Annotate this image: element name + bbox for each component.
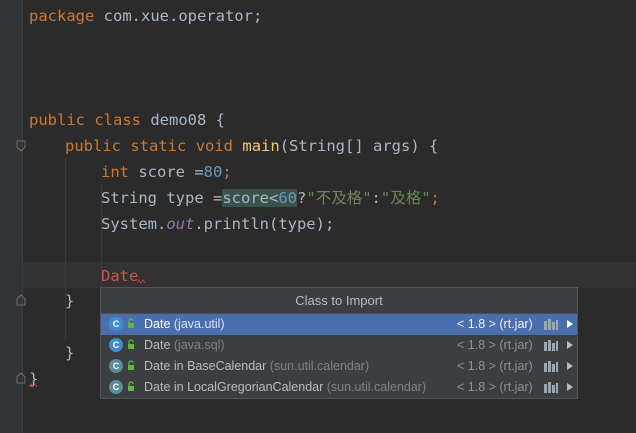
code-text: com.xue.operator; <box>94 7 263 25</box>
class-name: Date <box>144 317 171 331</box>
code-line-type[interactable]: String type =score<60?"不及格":"及格"; <box>101 185 440 211</box>
code-text: score = <box>129 163 204 181</box>
class-icon: C <box>109 338 123 352</box>
keyword: public <box>29 111 85 129</box>
expand-arrow-icon[interactable] <box>567 362 573 370</box>
lock-icon <box>128 381 134 391</box>
lock-icon <box>128 318 134 328</box>
keyword: public <box>65 137 121 155</box>
option-label: Date (java.util) <box>144 314 225 335</box>
library-jar-icon <box>544 319 558 330</box>
code-line-close-file[interactable]: } <box>29 366 38 392</box>
popup-title: Class to Import <box>101 288 577 314</box>
fold-marker-icon[interactable] <box>16 140 26 152</box>
lock-icon <box>128 339 134 349</box>
import-option-java-util-date[interactable]: C Date (java.util) < 1.8 > (rt.jar) <box>101 314 577 335</box>
semicolon: ; <box>222 163 232 181</box>
operator: < <box>269 189 279 207</box>
library-version: < 1.8 > (rt.jar) <box>457 359 533 373</box>
lock-icon <box>128 360 134 370</box>
fold-marker-icon[interactable] <box>16 372 26 384</box>
library-version: < 1.8 > (rt.jar) <box>457 380 533 394</box>
code-line-close-method[interactable]: } <box>65 288 74 314</box>
keyword: package <box>29 7 95 25</box>
keyword: void <box>195 137 234 155</box>
code-line-class-declaration[interactable]: public class demo08 { <box>29 107 225 133</box>
option-label: Date (java.sql) <box>144 335 225 356</box>
code-text: (String[] args) { <box>279 137 439 155</box>
method-name: main <box>242 137 280 155</box>
code-text: System. <box>101 215 167 233</box>
import-option-java-sql-date[interactable]: C Date (java.sql) < 1.8 > (rt.jar) <box>101 335 577 356</box>
option-label: Date in LocalGregorianCalendar (sun.util… <box>144 377 426 398</box>
library-jar-icon <box>544 340 558 351</box>
code-text: demo08 { <box>141 111 226 129</box>
operator: ? <box>297 189 307 207</box>
variable: score <box>222 189 269 207</box>
keyword: class <box>94 111 142 129</box>
option-label: Date in BaseCalendar (sun.util.calendar) <box>144 356 369 377</box>
closing-brace: } <box>65 292 75 310</box>
code-line-score[interactable]: int score =80; <box>101 159 232 185</box>
class-name: Date in LocalGregorianCalendar <box>144 380 324 394</box>
expand-arrow-icon[interactable] <box>567 341 573 349</box>
package-name: (sun.util.calendar) <box>326 380 427 394</box>
static-field: out <box>166 215 195 233</box>
library-jar-icon <box>544 382 558 393</box>
library-jar-icon <box>544 361 558 372</box>
library-version: < 1.8 > (rt.jar) <box>457 317 533 331</box>
operator: : <box>371 189 381 207</box>
number-literal: 80 <box>203 163 223 181</box>
unresolved-symbol: Date <box>101 267 139 285</box>
editor-gutter <box>0 0 23 433</box>
number-literal: 60 <box>278 189 298 207</box>
expand-arrow-icon[interactable] <box>567 383 573 391</box>
code-text: String type = <box>101 189 223 207</box>
warning-underline <box>29 383 38 388</box>
class-icon: C <box>109 380 123 394</box>
library-version: < 1.8 > (rt.jar) <box>457 338 533 352</box>
string-literal: "不及格" <box>306 189 372 207</box>
fold-marker-icon[interactable] <box>16 294 26 306</box>
closing-brace: } <box>65 344 75 362</box>
import-option-basecalendar-date[interactable]: C Date in BaseCalendar (sun.util.calenda… <box>101 356 577 377</box>
keyword: int <box>101 163 129 181</box>
string-literal: "及格" <box>380 189 431 207</box>
error-underline <box>137 279 146 284</box>
keyword: static <box>130 137 187 155</box>
class-icon: C <box>109 359 123 373</box>
highlighted-expression: score<60 <box>222 189 298 207</box>
code-line-close-class[interactable]: } <box>65 340 74 366</box>
semicolon: ; <box>430 189 440 207</box>
code-line-main-method[interactable]: public static void main(String[] args) { <box>65 133 438 159</box>
class-icon: C <box>109 317 123 331</box>
expand-arrow-icon[interactable] <box>567 320 573 328</box>
class-name: Date in BaseCalendar <box>144 359 267 373</box>
class-import-popup: Class to Import C Date (java.util) < 1.8… <box>100 287 578 399</box>
package-name: (java.util) <box>173 317 225 331</box>
import-option-localgregoriancalendar-date[interactable]: C Date in LocalGregorianCalendar (sun.ut… <box>101 377 577 398</box>
code-line-date[interactable]: Date <box>101 263 138 289</box>
package-name: (java.sql) <box>173 338 225 352</box>
code-line-package[interactable]: package com.xue.operator; <box>29 3 262 29</box>
package-name: (sun.util.calendar) <box>269 359 370 373</box>
code-text: .println(type); <box>194 215 335 233</box>
class-name: Date <box>144 338 171 352</box>
code-line-println[interactable]: System.out.println(type); <box>101 211 334 237</box>
